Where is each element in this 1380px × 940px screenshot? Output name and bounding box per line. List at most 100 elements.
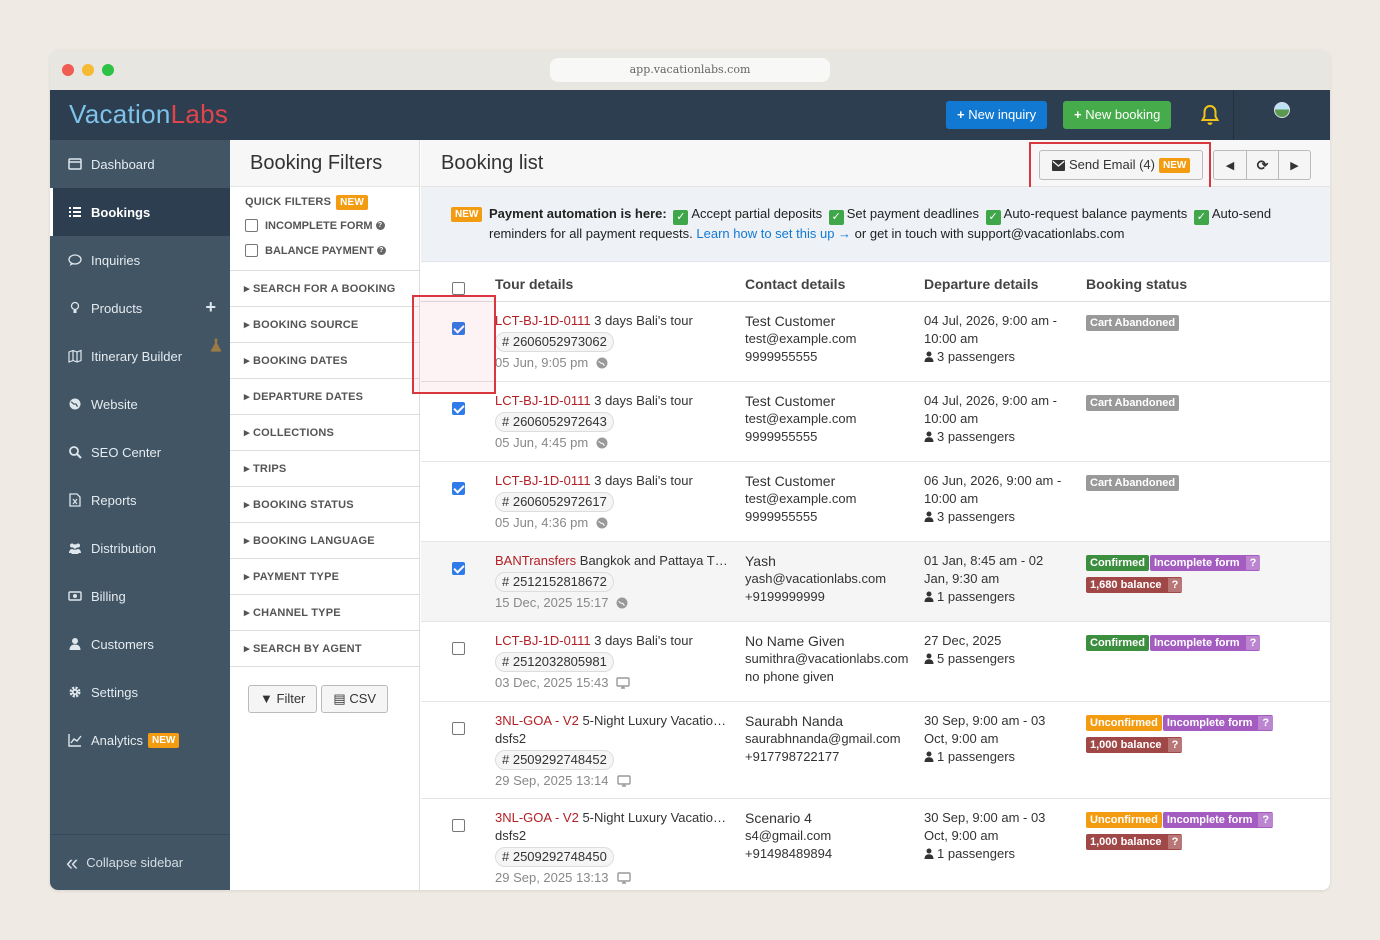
table-row[interactable]: LCT-BJ-1D-0111 3 days Bali's tour # 2606… bbox=[421, 382, 1330, 462]
sidebar-item-settings[interactable]: Settings bbox=[50, 668, 230, 716]
quick-filter-incomplete-form[interactable]: INCOMPLETE FORM? bbox=[245, 213, 419, 238]
sidebar-item-reports[interactable]: Reports bbox=[50, 476, 230, 524]
status-badge[interactable]: 1,000 balance? bbox=[1086, 834, 1183, 850]
status-badge[interactable]: 1,680 balance? bbox=[1086, 577, 1183, 593]
help-icon[interactable]: ? bbox=[1258, 716, 1274, 730]
row-select-checkbox[interactable] bbox=[452, 819, 465, 832]
sidebar-item-website[interactable]: Website bbox=[50, 380, 230, 428]
table-row[interactable]: 3NL-GOA - V2 5-Night Luxury Vacatio… dsf… bbox=[421, 702, 1330, 799]
help-icon[interactable]: ? bbox=[1245, 556, 1261, 570]
new-inquiry-button[interactable]: + New inquiry bbox=[946, 101, 1048, 129]
balance-payment-checkbox[interactable] bbox=[245, 244, 258, 257]
user-avatar[interactable] bbox=[1274, 102, 1290, 118]
sidebar-item-customers[interactable]: Customers bbox=[50, 620, 230, 668]
booking-id[interactable]: # 2606052972617 bbox=[495, 492, 614, 512]
booking-id[interactable]: # 2512032805981 bbox=[495, 652, 614, 672]
status-badge[interactable]: Incomplete form? bbox=[1162, 715, 1274, 731]
row-select-checkbox[interactable] bbox=[452, 722, 465, 735]
tour-code-link[interactable]: LCT-BJ-1D-0111 bbox=[495, 313, 591, 328]
booking-id[interactable]: # 2512152818672 bbox=[495, 572, 614, 592]
filter-section-booking-status[interactable]: ▸ BOOKING STATUS bbox=[230, 487, 420, 523]
filter-section-channel-type[interactable]: ▸ CHANNEL TYPE bbox=[230, 595, 420, 631]
incomplete-form-checkbox[interactable] bbox=[245, 219, 258, 232]
learn-more-link[interactable]: Learn how to set this up → bbox=[696, 226, 851, 241]
booking-id[interactable]: # 2509292748452 bbox=[495, 750, 614, 770]
sidebar-item-dashboard[interactable]: Dashboard bbox=[50, 140, 230, 188]
table-row[interactable]: BANTransfers Bangkok and Pattaya T… # 25… bbox=[421, 542, 1330, 622]
tour-code-link[interactable]: LCT-BJ-1D-0111 bbox=[495, 393, 591, 408]
add-product-icon[interactable]: + bbox=[205, 298, 216, 316]
table-row[interactable]: LCT-BJ-1D-0111 3 days Bali's tour # 2606… bbox=[421, 302, 1330, 382]
address-bar[interactable]: app.vacationlabs.com bbox=[550, 58, 830, 82]
filter-section-booking-dates[interactable]: ▸ BOOKING DATES bbox=[230, 343, 420, 379]
tour-code-link[interactable]: 3NL-GOA - V2 bbox=[495, 810, 579, 825]
row-select-checkbox[interactable] bbox=[452, 402, 465, 415]
table-row[interactable]: LCT-BJ-1D-0111 3 days Bali's tour # 2512… bbox=[421, 622, 1330, 702]
sidebar-item-seo-center[interactable]: SEO Center bbox=[50, 428, 230, 476]
status-badge[interactable]: Cart Abandoned bbox=[1086, 395, 1180, 411]
csv-button[interactable]: ▤ CSV bbox=[321, 685, 389, 713]
filter-section-search-by-agent[interactable]: ▸ SEARCH BY AGENT bbox=[230, 631, 420, 667]
help-icon[interactable]: ? bbox=[1167, 738, 1183, 752]
monitor-icon bbox=[616, 775, 631, 787]
tour-code-link[interactable]: LCT-BJ-1D-0111 bbox=[495, 473, 591, 488]
collapse-sidebar-button[interactable]: « Collapse sidebar bbox=[50, 834, 230, 890]
booking-id[interactable]: # 2606052973062 bbox=[495, 332, 614, 352]
send-email-label: Send Email (4) bbox=[1069, 157, 1155, 172]
row-select-checkbox[interactable] bbox=[452, 562, 465, 575]
filter-section-departure-dates[interactable]: ▸ DEPARTURE DATES bbox=[230, 379, 420, 415]
filter-section-payment-type[interactable]: ▸ PAYMENT TYPE bbox=[230, 559, 420, 595]
table-row[interactable]: LCT-BJ-1D-0111 3 days Bali's tour # 2606… bbox=[421, 462, 1330, 542]
help-icon[interactable]: ? bbox=[376, 246, 386, 255]
next-page-button[interactable]: ▶ bbox=[1278, 151, 1310, 179]
close-window-button[interactable] bbox=[62, 64, 74, 76]
booking-id[interactable]: # 2509292748450 bbox=[495, 847, 614, 867]
sidebar-item-itinerary-builder[interactable]: Itinerary Builder bbox=[50, 332, 230, 380]
prev-page-button[interactable]: ◀ bbox=[1214, 151, 1246, 179]
refresh-button[interactable]: ⟳ bbox=[1246, 151, 1278, 179]
status-badge[interactable]: Unconfirmed bbox=[1086, 715, 1162, 731]
status-badge[interactable]: Confirmed bbox=[1086, 555, 1149, 571]
status-badge[interactable]: 1,000 balance? bbox=[1086, 737, 1183, 753]
filter-section-booking-source[interactable]: ▸ BOOKING SOURCE bbox=[230, 307, 420, 343]
sidebar-item-billing[interactable]: Billing bbox=[50, 572, 230, 620]
help-icon[interactable]: ? bbox=[1167, 835, 1183, 849]
status-badge[interactable]: Cart Abandoned bbox=[1086, 315, 1180, 331]
quick-filters: QUICK FILTERS NEW INCOMPLETE FORM? BALANC… bbox=[230, 187, 419, 271]
help-icon[interactable]: ? bbox=[1245, 636, 1261, 650]
status-badge[interactable]: Confirmed bbox=[1086, 635, 1149, 651]
status-badge[interactable]: Unconfirmed bbox=[1086, 812, 1162, 828]
booking-id[interactable]: # 2606052972643 bbox=[495, 412, 614, 432]
tour-code-link[interactable]: BANTransfers bbox=[495, 553, 576, 568]
filter-button[interactable]: ▼ Filter bbox=[248, 685, 318, 713]
help-icon[interactable]: ? bbox=[1167, 578, 1183, 592]
status-badge[interactable]: Incomplete form? bbox=[1150, 555, 1261, 571]
new-booking-button[interactable]: + New booking bbox=[1063, 101, 1172, 129]
sidebar-item-inquiries[interactable]: Inquiries bbox=[50, 236, 230, 284]
bell-icon[interactable] bbox=[1200, 104, 1220, 126]
help-icon[interactable]: ? bbox=[1258, 813, 1274, 827]
status-badge[interactable]: Cart Abandoned bbox=[1086, 475, 1180, 491]
filter-section-booking-language[interactable]: ▸ BOOKING LANGUAGE bbox=[230, 523, 420, 559]
sidebar-item-distribution[interactable]: Distribution bbox=[50, 524, 230, 572]
quick-filter-balance-payment[interactable]: BALANCE PAYMENT? bbox=[245, 238, 419, 263]
send-email-button[interactable]: Send Email (4) NEW bbox=[1039, 150, 1204, 180]
sidebar-item-products[interactable]: Products + bbox=[50, 284, 230, 332]
filter-section-trips[interactable]: ▸ TRIPS bbox=[230, 451, 420, 487]
help-icon[interactable]: ? bbox=[375, 221, 385, 230]
select-all-checkbox[interactable] bbox=[452, 282, 465, 295]
filter-section-collections[interactable]: ▸ COLLECTIONS bbox=[230, 415, 420, 451]
brand-logo[interactable]: VacationLabs bbox=[69, 99, 228, 129]
row-select-checkbox[interactable] bbox=[452, 642, 465, 655]
table-row[interactable]: 3NL-GOA - V2 5-Night Luxury Vacatio… dsf… bbox=[421, 799, 1330, 890]
filter-section-search-for-a-booking[interactable]: ▸ SEARCH FOR A BOOKING bbox=[230, 271, 420, 307]
maximize-window-button[interactable] bbox=[102, 64, 114, 76]
tour-code-link[interactable]: 3NL-GOA - V2 bbox=[495, 713, 579, 728]
status-badge[interactable]: Incomplete form? bbox=[1162, 812, 1274, 828]
sidebar-item-analytics[interactable]: Analytics NEW bbox=[50, 716, 230, 764]
tour-code-link[interactable]: LCT-BJ-1D-0111 bbox=[495, 633, 591, 648]
status-badge[interactable]: Incomplete form? bbox=[1150, 635, 1261, 651]
row-select-checkbox[interactable] bbox=[452, 482, 465, 495]
sidebar-item-bookings[interactable]: Bookings bbox=[50, 188, 230, 236]
minimize-window-button[interactable] bbox=[82, 64, 94, 76]
